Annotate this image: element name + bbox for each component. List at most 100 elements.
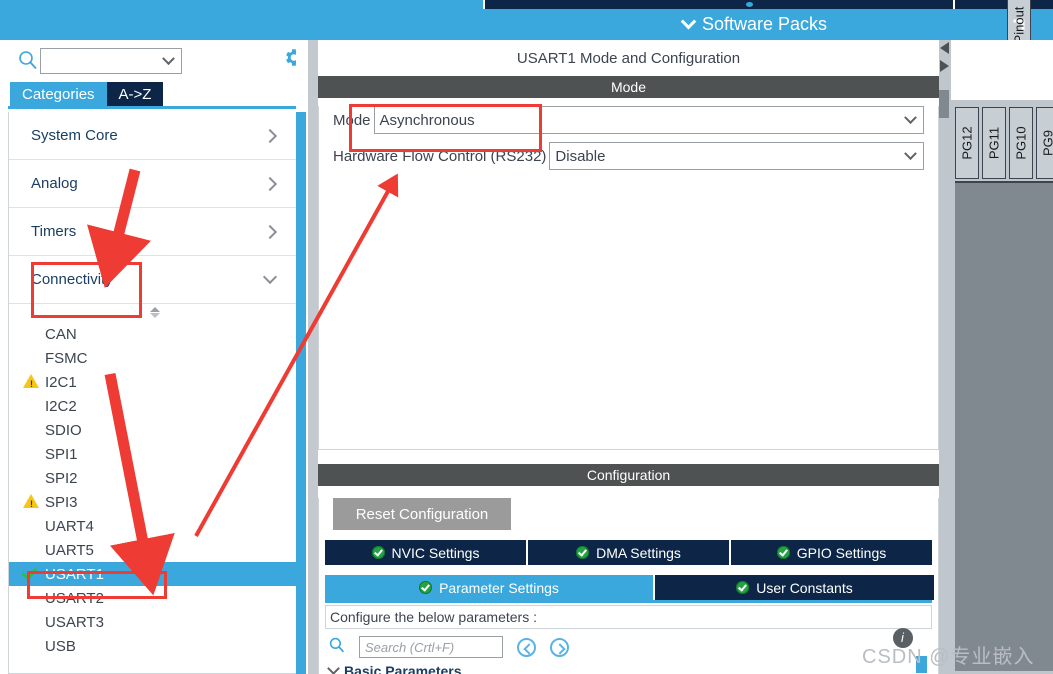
pin-pg10-label: PG10 (1013, 126, 1029, 160)
peripheral-list: CAN FSMC ! I2C1 I2C2 SDIO SPI1 SPI2 ! SP… (9, 320, 299, 658)
check-circle-icon (371, 546, 385, 559)
tab-dma-settings-label: DMA Settings (596, 544, 681, 561)
tab-gpio-settings[interactable]: GPIO Settings (731, 540, 932, 565)
list-item-usart3[interactable]: USART3 (9, 610, 299, 634)
sidebar-item-system-core-label: System Core (31, 127, 118, 144)
chevron-down-icon (680, 13, 697, 30)
group-basic-parameters-label: Basic Parameters (344, 663, 462, 674)
flow-control-dropdown[interactable]: Disable (549, 142, 924, 170)
page-title: USART1 Mode and Configuration (516, 49, 741, 67)
tab-parameter-settings-label: Parameter Settings (439, 579, 559, 596)
pin-pg12-label: PG12 (959, 126, 975, 160)
pin-pg11[interactable]: PG11 (982, 107, 1006, 179)
chevron-right-icon (262, 128, 278, 143)
chevron-down-icon (262, 269, 278, 285)
app-window: Software Packs Pinout Categories A->Z Sy… (0, 0, 1053, 674)
configuration-section-body: Reset Configuration NVIC Settings DMA Se… (318, 498, 939, 674)
tab-dma-settings[interactable]: DMA Settings (528, 540, 731, 565)
list-item-can[interactable]: CAN (9, 322, 299, 346)
sidebar-item-timers[interactable]: Timers (9, 208, 299, 256)
list-item-usb-label: USB (45, 637, 76, 655)
list-item-spi2-label: SPI2 (45, 469, 78, 487)
check-circle-icon (776, 546, 790, 559)
list-item-spi1[interactable]: SPI1 (9, 442, 299, 466)
pin-pg11-label: PG11 (986, 126, 1002, 160)
tab-nvic-settings[interactable]: NVIC Settings (325, 540, 528, 565)
tab-indicator-dot-right (746, 2, 753, 7)
chevron-right-icon (262, 224, 278, 239)
list-item-spi3[interactable]: ! SPI3 (9, 490, 299, 514)
list-item-sdio[interactable]: SDIO (9, 418, 299, 442)
tab-a-to-z[interactable]: A->Z (106, 82, 164, 106)
tab-strip-segment-left[interactable] (0, 0, 485, 9)
scroll-left-arrow-icon[interactable] (940, 42, 949, 54)
menu-item-software-packs[interactable]: Software Packs (680, 13, 827, 35)
list-item-sdio-label: SDIO (45, 421, 82, 439)
pin-pg12[interactable]: PG12 (955, 107, 979, 179)
previous-button[interactable] (517, 637, 536, 657)
list-item-i2c1[interactable]: ! I2C1 (9, 370, 299, 394)
search-icon (329, 637, 345, 658)
list-item-uart5-label: UART5 (45, 541, 94, 559)
menu-item-pinout-label: Pinout (1011, 6, 1027, 43)
sidebar-search-input[interactable] (40, 48, 182, 74)
configuration-tabs-row-1: NVIC Settings DMA Settings GPIO Settings (325, 540, 932, 565)
configuration-tabs-underline (325, 600, 932, 603)
list-item-fsmc-label: FSMC (45, 349, 88, 367)
sidebar-item-timers-label: Timers (31, 223, 77, 240)
tab-user-constants-label: User Constants (756, 579, 853, 596)
tab-parameter-settings[interactable]: Parameter Settings (325, 575, 655, 600)
list-item-spi2[interactable]: SPI2 (9, 466, 299, 490)
chevron-right-icon (262, 176, 278, 191)
sidebar-scrollbar-thumb[interactable] (296, 112, 306, 674)
tab-categories[interactable]: Categories (10, 82, 107, 106)
reset-configuration-button[interactable]: Reset Configuration (333, 498, 511, 530)
sidebar-item-system-core[interactable]: System Core (9, 112, 299, 160)
parameter-search-row: Search (Crtl+F) (329, 635, 932, 659)
chevron-down-icon (327, 662, 340, 674)
list-item-fsmc[interactable]: FSMC (9, 346, 299, 370)
chevron-down-icon (904, 110, 917, 124)
watermark-text: CSDN @专业嵌入式 (862, 646, 1035, 668)
pin-pg9[interactable]: PG9 (1036, 107, 1053, 179)
pin-pg10[interactable]: PG10 (1009, 107, 1033, 179)
search-icon (18, 50, 38, 70)
tab-a-to-z-label: A->Z (118, 85, 152, 103)
tab-strip-segment-mid[interactable] (485, 0, 955, 9)
list-item-uart4[interactable]: UART4 (9, 514, 299, 538)
pinout-scroll-gutter[interactable] (939, 40, 951, 674)
tab-user-constants[interactable]: User Constants (655, 575, 934, 600)
tab-strip-segment-right[interactable] (955, 0, 1053, 9)
check-circle-icon (576, 546, 590, 559)
next-button[interactable] (550, 637, 569, 657)
tab-nvic-settings-label: NVIC Settings (391, 544, 480, 561)
sidebar-tabs-underline (8, 106, 300, 109)
tab-indicator-dot-left (432, 2, 439, 7)
window-tab-strip[interactable] (0, 0, 1053, 9)
list-item-uart5[interactable]: UART5 (9, 538, 299, 562)
parameter-search-input[interactable]: Search (Crtl+F) (359, 636, 503, 658)
tab-gpio-settings-label: GPIO Settings (796, 544, 887, 561)
list-item-uart4-label: UART4 (45, 517, 94, 535)
list-item-can-label: CAN (45, 325, 77, 343)
panel-divider[interactable] (308, 40, 318, 674)
scroll-right-arrow-icon[interactable] (940, 60, 949, 72)
list-item-i2c2[interactable]: I2C2 (9, 394, 299, 418)
pin-row: PG12 PG11 PG10 PG9 (955, 107, 1053, 179)
mode-section-body: Mode Asynchronous Hardware Flow Control … (318, 106, 939, 450)
list-item-usart3-label: USART3 (45, 613, 104, 631)
menu-bar: Software Packs Pinout (0, 0, 1053, 61)
sidebar-item-analog[interactable]: Analog (9, 160, 299, 208)
pinout-scrollbar-thumb[interactable] (939, 90, 949, 118)
group-basic-parameters[interactable]: Basic Parameters (327, 662, 938, 674)
flow-control-dropdown-value: Disable (555, 147, 606, 165)
pin-pg9-label: PG9 (1040, 129, 1053, 157)
list-item-usb[interactable]: USB (9, 634, 299, 658)
list-item-spi3-label: SPI3 (45, 493, 78, 511)
list-item-spi1-label: SPI1 (45, 445, 78, 463)
chevron-down-icon (162, 51, 175, 65)
chevron-down-icon (904, 146, 917, 160)
warning-icon: ! (23, 494, 39, 509)
chip-body (955, 181, 1053, 671)
warning-icon: ! (23, 374, 39, 389)
